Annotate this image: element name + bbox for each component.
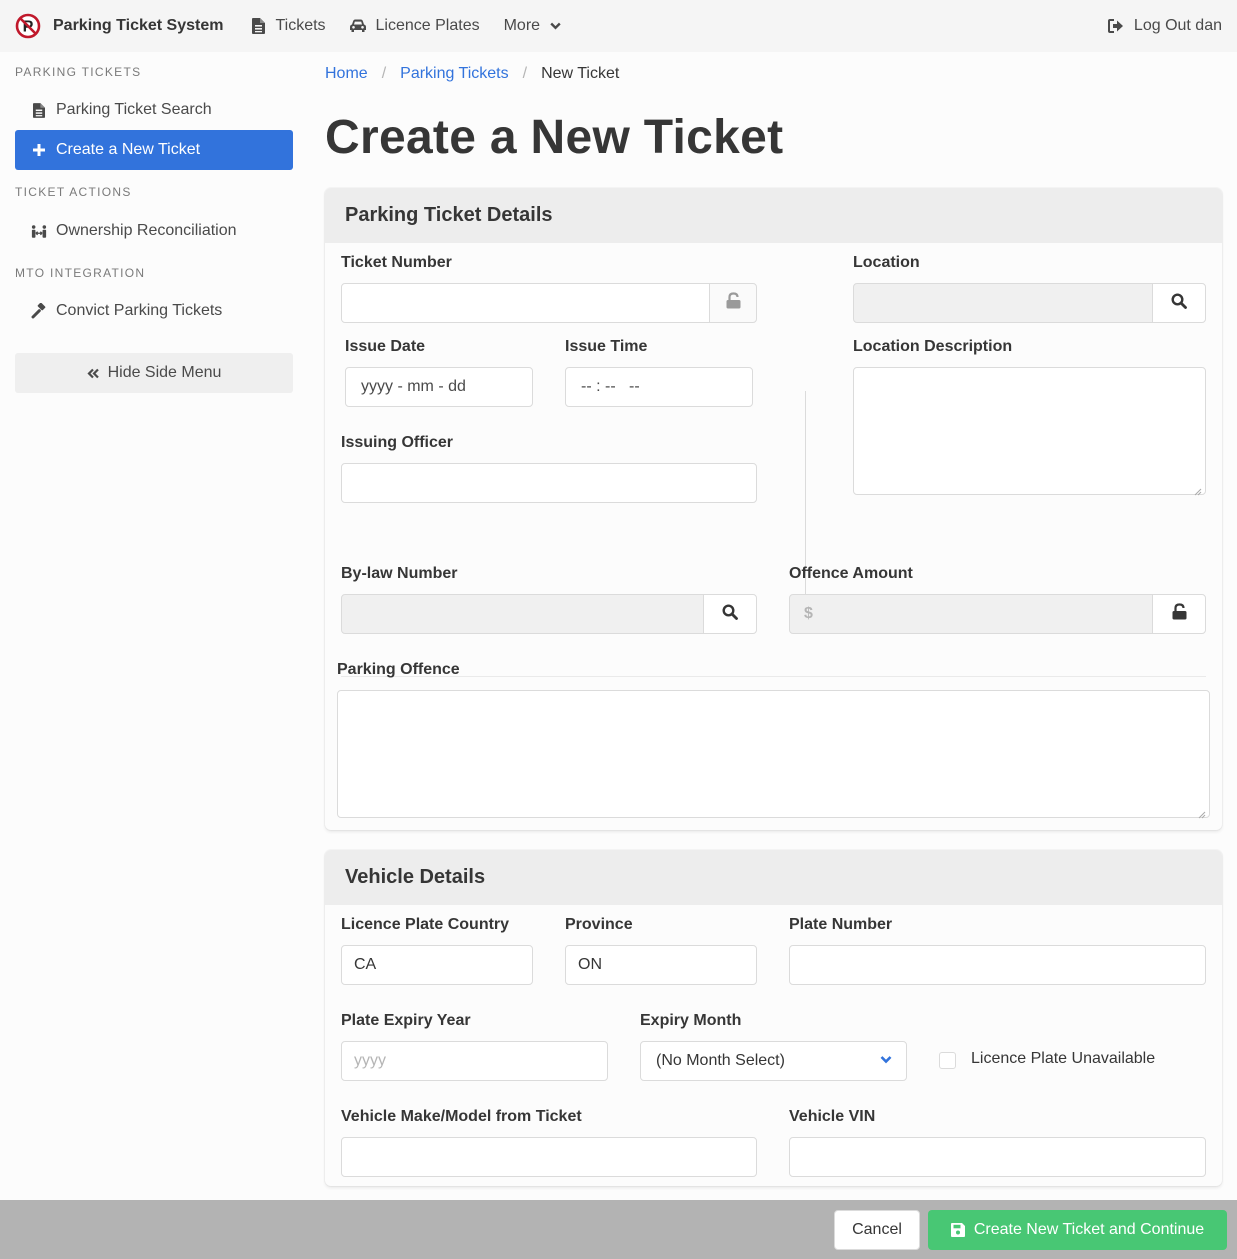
expiry-month-label: Expiry Month — [640, 1012, 742, 1029]
search-icon — [722, 603, 738, 625]
brand-title: Parking Ticket System — [53, 17, 224, 34]
car-icon — [349, 19, 366, 33]
people-arrows-icon — [31, 224, 47, 239]
side-menu: Parking Tickets Parking Ticket Search Cr… — [15, 52, 293, 393]
panel-title: Vehicle Details — [325, 850, 1222, 905]
sidebar-item-label: Create a New Ticket — [56, 141, 201, 158]
issue-date-input[interactable]: yyyy - mm - dd — [345, 367, 533, 407]
sidebar-item-label: Parking Ticket Search — [56, 101, 212, 118]
plate-number-input[interactable] — [789, 945, 1206, 985]
nav-licence-plates[interactable]: Licence Plates — [349, 0, 480, 52]
page-title: Create a New Ticket — [325, 111, 784, 164]
location-input[interactable] — [853, 283, 1155, 323]
nav-tickets[interactable]: Tickets — [252, 0, 326, 52]
issue-time-label: Issue Time — [565, 338, 648, 355]
issue-time-input[interactable]: -- : -- -- — [565, 367, 753, 407]
vehicle-vin-label: Vehicle VIN — [789, 1108, 876, 1125]
logout-link[interactable]: Log Out dan — [1107, 0, 1222, 52]
nav-tickets-label: Tickets — [275, 17, 326, 34]
vehicle-details-panel: Vehicle Details Licence Plate Country CA… — [325, 850, 1222, 1186]
parking-offence-textarea[interactable] — [337, 690, 1210, 819]
province-label: Province — [565, 916, 633, 933]
panel-title: Parking Ticket Details — [325, 188, 1222, 243]
bylaw-number-input[interactable] — [341, 594, 705, 634]
sidebar-item-ownership-reconciliation[interactable]: Ownership Reconciliation — [15, 211, 293, 251]
gavel-icon — [31, 303, 47, 319]
vehicle-vin-input[interactable] — [789, 1137, 1206, 1177]
double-chevron-left-icon — [87, 368, 100, 379]
nav-licence-plates-label: Licence Plates — [375, 17, 480, 34]
create-ticket-button[interactable]: Create New Ticket and Continue — [928, 1210, 1227, 1250]
hide-side-menu-label: Hide Side Menu — [107, 364, 222, 381]
nav-more-label: More — [503, 17, 541, 34]
unlock-icon — [726, 292, 741, 314]
action-footer: Cancel Create New Ticket and Continue — [0, 1200, 1237, 1259]
unlock-icon — [1172, 603, 1187, 625]
menu-label-parking-tickets: Parking Tickets — [15, 65, 142, 79]
cancel-button[interactable]: Cancel — [834, 1210, 920, 1250]
resize-grip-icon[interactable] — [1194, 483, 1202, 496]
ticket-number-input[interactable] — [341, 283, 711, 323]
issue-date-label: Issue Date — [345, 338, 426, 355]
breadcrumb-home[interactable]: Home — [325, 65, 368, 83]
sidebar-item-create-new-ticket[interactable]: Create a New Ticket — [15, 130, 293, 170]
location-label: Location — [853, 254, 920, 271]
breadcrumb-separator: / — [522, 65, 528, 82]
parking-offence-label: Parking Offence — [337, 661, 460, 678]
expiry-month-select[interactable]: (No Month Select) — [640, 1041, 907, 1081]
sidebar-item-convict-parking-tickets[interactable]: Convict Parking Tickets — [15, 291, 293, 331]
vehicle-make-model-label: Vehicle Make/Model from Ticket — [341, 1108, 582, 1125]
logout-label: Log Out dan — [1133, 17, 1222, 34]
location-description-label: Location Description — [853, 338, 1013, 355]
brand-link[interactable]: P Parking Ticket System — [0, 0, 223, 52]
province-input[interactable]: ON — [565, 945, 757, 985]
vehicle-make-model-input[interactable] — [341, 1137, 757, 1177]
plate-expiry-year-label: Plate Expiry Year — [341, 1012, 471, 1029]
top-navbar: P Parking Ticket System Tickets Licence … — [0, 0, 1237, 52]
ticket-number-lock-button[interactable] — [709, 283, 757, 323]
offence-amount-lock-button[interactable] — [1152, 594, 1206, 634]
sign-out-icon — [1107, 19, 1124, 33]
sidebar-item-label: Ownership Reconciliation — [56, 222, 237, 239]
licence-plate-country-input[interactable]: CA — [341, 945, 533, 985]
save-icon — [950, 1223, 965, 1237]
create-ticket-label: Create New Ticket and Continue — [973, 1221, 1205, 1238]
file-icon — [252, 18, 266, 34]
breadcrumb: Home / Parking Tickets / New Ticket — [325, 52, 1222, 96]
file-icon — [31, 102, 47, 118]
plus-icon — [31, 143, 47, 157]
bylaw-search-button[interactable] — [703, 594, 757, 634]
menu-label-ticket-actions: Ticket Actions — [15, 185, 132, 199]
plate-expiry-year-input[interactable]: yyyy — [341, 1041, 608, 1081]
search-icon — [1171, 292, 1187, 314]
breadcrumb-separator: / — [381, 65, 387, 82]
main-content: Home / Parking Tickets / New Ticket Crea… — [325, 52, 1222, 1186]
breadcrumb-current: New Ticket — [541, 65, 620, 82]
parking-ticket-details-panel: Parking Ticket Details Ticket Number Iss… — [325, 188, 1222, 830]
hide-side-menu-button[interactable]: Hide Side Menu — [15, 353, 293, 393]
chevron-down-icon — [550, 22, 561, 30]
resize-grip-icon[interactable] — [1198, 806, 1206, 819]
no-parking-icon: P — [15, 13, 41, 39]
section-divider — [341, 676, 1206, 677]
licence-plate-unavailable-label[interactable]: Licence Plate Unavailable — [971, 1050, 1155, 1068]
sidebar-item-parking-ticket-search[interactable]: Parking Ticket Search — [15, 90, 293, 130]
licence-plate-country-label: Licence Plate Country — [341, 916, 510, 933]
plate-number-label: Plate Number — [789, 916, 893, 933]
menu-label-mto-integration: MTO Integration — [15, 266, 146, 280]
chevron-down-icon — [880, 1055, 892, 1064]
issuing-officer-label: Issuing Officer — [341, 434, 454, 451]
licence-plate-unavailable-checkbox[interactable] — [939, 1052, 956, 1069]
sidebar-item-label: Convict Parking Tickets — [56, 302, 223, 319]
expiry-month-selected: (No Month Select) — [656, 1052, 785, 1069]
issuing-officer-input[interactable] — [341, 463, 757, 503]
offence-amount-label: Offence Amount — [789, 565, 913, 582]
nav-more-dropdown[interactable]: More — [504, 0, 561, 52]
offence-amount-input[interactable]: $ — [789, 594, 1154, 634]
location-search-button[interactable] — [1152, 283, 1206, 323]
bylaw-number-label: By-law Number — [341, 565, 458, 582]
ticket-number-label: Ticket Number — [341, 254, 452, 271]
breadcrumb-parking-tickets[interactable]: Parking Tickets — [400, 65, 508, 83]
location-description-textarea[interactable] — [853, 367, 1206, 496]
